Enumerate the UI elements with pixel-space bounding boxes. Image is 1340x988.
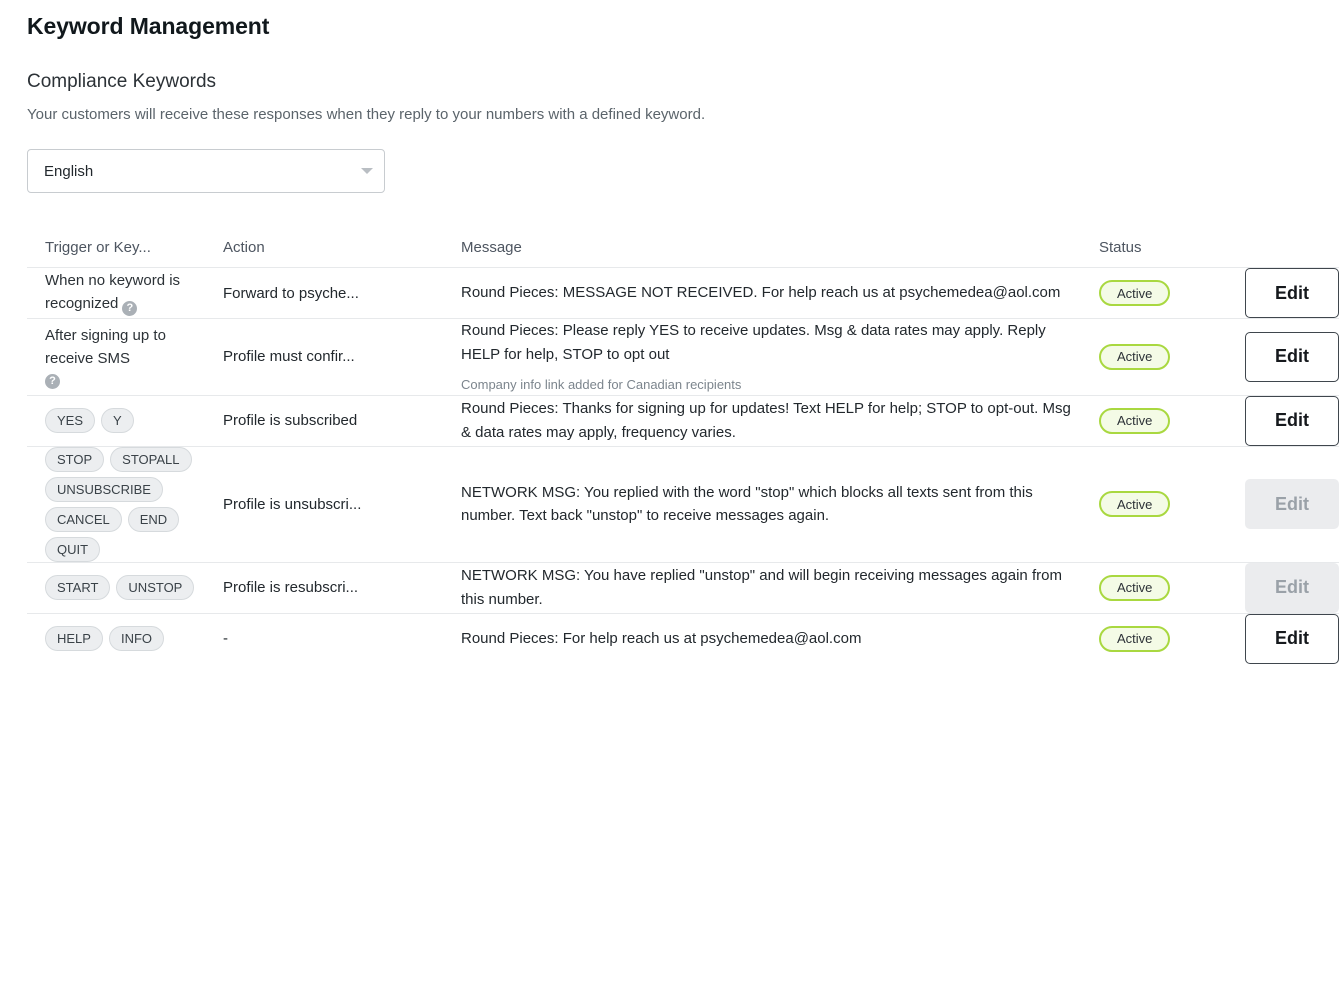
section-description: Your customers will receive these respon… bbox=[24, 93, 1316, 123]
cell-edit: Edit bbox=[1222, 563, 1339, 613]
keyword-chip: START bbox=[45, 575, 110, 600]
keyword-chip-list: YESY bbox=[45, 408, 210, 433]
help-circle-icon[interactable]: ? bbox=[45, 374, 60, 389]
column-header-trigger: Trigger or Key... bbox=[27, 239, 223, 256]
action-label: Profile is unsubscri... bbox=[223, 496, 451, 513]
message-body: NETWORK MSG: You replied with the word "… bbox=[461, 481, 1078, 528]
keyword-chip-list: HELPINFO bbox=[45, 626, 210, 651]
cell-message: Round Pieces: For help reach us at psych… bbox=[461, 627, 1094, 651]
keyword-chip: UNSTOP bbox=[116, 575, 194, 600]
trigger-label: When no keyword is recognized bbox=[45, 272, 180, 312]
keyword-chip: STOPALL bbox=[110, 447, 191, 472]
message-body: Round Pieces: For help reach us at psych… bbox=[461, 627, 1078, 651]
keyword-chip-list: STOPSTOPALL UNSUBSCRIBE CANCELEND QUIT bbox=[45, 447, 210, 562]
column-header-message: Message bbox=[461, 239, 1094, 256]
chevron-down-icon bbox=[350, 168, 384, 174]
cell-edit: Edit bbox=[1222, 614, 1339, 664]
table-row: YESY Profile is subscribed Round Pieces: T… bbox=[27, 395, 1339, 446]
edit-button[interactable]: Edit bbox=[1245, 614, 1339, 664]
cell-status: Active bbox=[1094, 491, 1222, 517]
cell-message: Round Pieces: Thanks for signing up for … bbox=[461, 397, 1094, 444]
cell-status: Active bbox=[1094, 408, 1222, 434]
keyword-chip: QUIT bbox=[45, 537, 100, 562]
page-title: Keyword Management bbox=[24, 0, 1316, 40]
cell-edit: Edit bbox=[1222, 479, 1339, 529]
cell-action: Profile must confir... bbox=[223, 348, 461, 365]
language-select-value: English bbox=[28, 163, 350, 180]
cell-trigger: HELPINFO bbox=[27, 626, 223, 651]
cell-action: Profile is unsubscri... bbox=[223, 496, 461, 513]
action-label: - bbox=[223, 630, 451, 647]
edit-button: Edit bbox=[1245, 479, 1339, 529]
keyword-chip: YES bbox=[45, 408, 95, 433]
language-select[interactable]: English bbox=[27, 149, 385, 193]
status-badge: Active bbox=[1099, 408, 1170, 434]
keyword-chip: HELP bbox=[45, 626, 103, 651]
edit-button[interactable]: Edit bbox=[1245, 396, 1339, 446]
status-badge: Active bbox=[1099, 491, 1170, 517]
cell-trigger: When no keyword is recognized? bbox=[27, 270, 223, 316]
cell-message: NETWORK MSG: You replied with the word "… bbox=[461, 481, 1094, 528]
message-body: Round Pieces: Please reply YES to receiv… bbox=[461, 319, 1078, 366]
keyword-chip: UNSUBSCRIBE bbox=[45, 477, 163, 502]
edit-button[interactable]: Edit bbox=[1245, 332, 1339, 382]
keyword-management-page: Keyword Management Compliance Keywords Y… bbox=[0, 0, 1340, 988]
section-title: Compliance Keywords bbox=[24, 40, 1316, 93]
column-header-status: Status bbox=[1094, 239, 1222, 256]
cell-status: Active bbox=[1094, 575, 1222, 601]
status-badge: Active bbox=[1099, 344, 1170, 370]
cell-trigger: STOPSTOPALL UNSUBSCRIBE CANCELEND QUIT bbox=[27, 447, 223, 562]
cell-action: - bbox=[223, 630, 461, 647]
cell-action: Profile is subscribed bbox=[223, 412, 461, 429]
keyword-chip: INFO bbox=[109, 626, 164, 651]
cell-edit: Edit bbox=[1222, 396, 1339, 446]
table-row: HELPINFO-Round Pieces: For help reach us… bbox=[27, 613, 1339, 664]
cell-message: Round Pieces: Please reply YES to receiv… bbox=[461, 319, 1094, 395]
cell-trigger: YESY bbox=[27, 408, 223, 433]
table-row: When no keyword is recognized?Forward to… bbox=[27, 267, 1339, 318]
keyword-chip: Y bbox=[101, 408, 134, 433]
action-label: Forward to psyche... bbox=[223, 285, 451, 302]
action-label: Profile must confir... bbox=[223, 348, 451, 365]
message-body: NETWORK MSG: You have replied "unstop" a… bbox=[461, 564, 1078, 611]
cell-message: Round Pieces: MESSAGE NOT RECEIVED. For … bbox=[461, 281, 1094, 305]
cell-trigger: STARTUNSTOP bbox=[27, 575, 223, 600]
cell-status: Active bbox=[1094, 344, 1222, 370]
edit-button[interactable]: Edit bbox=[1245, 268, 1339, 318]
cell-status: Active bbox=[1094, 280, 1222, 306]
cell-action: Profile is resubscri... bbox=[223, 579, 461, 596]
cell-action: Forward to psyche... bbox=[223, 285, 461, 302]
message-body: Round Pieces: Thanks for signing up for … bbox=[461, 397, 1078, 444]
keyword-chip: STOP bbox=[45, 447, 104, 472]
table-row: STOPSTOPALL UNSUBSCRIBE CANCELEND QUIT Profi… bbox=[27, 446, 1339, 562]
table-body: When no keyword is recognized?Forward to… bbox=[27, 267, 1339, 664]
table-row: STARTUNSTOP Profile is resubscri... NETWOR… bbox=[27, 562, 1339, 613]
status-badge: Active bbox=[1099, 280, 1170, 306]
edit-button: Edit bbox=[1245, 563, 1339, 613]
keyword-chip: CANCEL bbox=[45, 507, 122, 532]
cell-edit: Edit bbox=[1222, 332, 1339, 382]
cell-message: NETWORK MSG: You have replied "unstop" a… bbox=[461, 564, 1094, 611]
table-header-row: Trigger or Key... Action Message Status bbox=[27, 227, 1339, 267]
cell-trigger: After signing up to receive SMS? bbox=[27, 325, 223, 389]
message-note: Company info link added for Canadian rec… bbox=[461, 375, 1078, 395]
keywords-table: Trigger or Key... Action Message Status … bbox=[27, 227, 1339, 664]
action-label: Profile is resubscri... bbox=[223, 579, 451, 596]
keyword-chip-list: STARTUNSTOP bbox=[45, 575, 210, 600]
column-header-action: Action bbox=[223, 239, 461, 256]
action-label: Profile is subscribed bbox=[223, 412, 451, 429]
table-row: After signing up to receive SMS?Profile … bbox=[27, 318, 1339, 395]
cell-status: Active bbox=[1094, 626, 1222, 652]
cell-edit: Edit bbox=[1222, 268, 1339, 318]
status-badge: Active bbox=[1099, 626, 1170, 652]
help-circle-icon[interactable]: ? bbox=[122, 301, 137, 316]
trigger-label: After signing up to receive SMS bbox=[45, 327, 166, 367]
keyword-chip: END bbox=[128, 507, 179, 532]
status-badge: Active bbox=[1099, 575, 1170, 601]
message-body: Round Pieces: MESSAGE NOT RECEIVED. For … bbox=[461, 281, 1078, 305]
